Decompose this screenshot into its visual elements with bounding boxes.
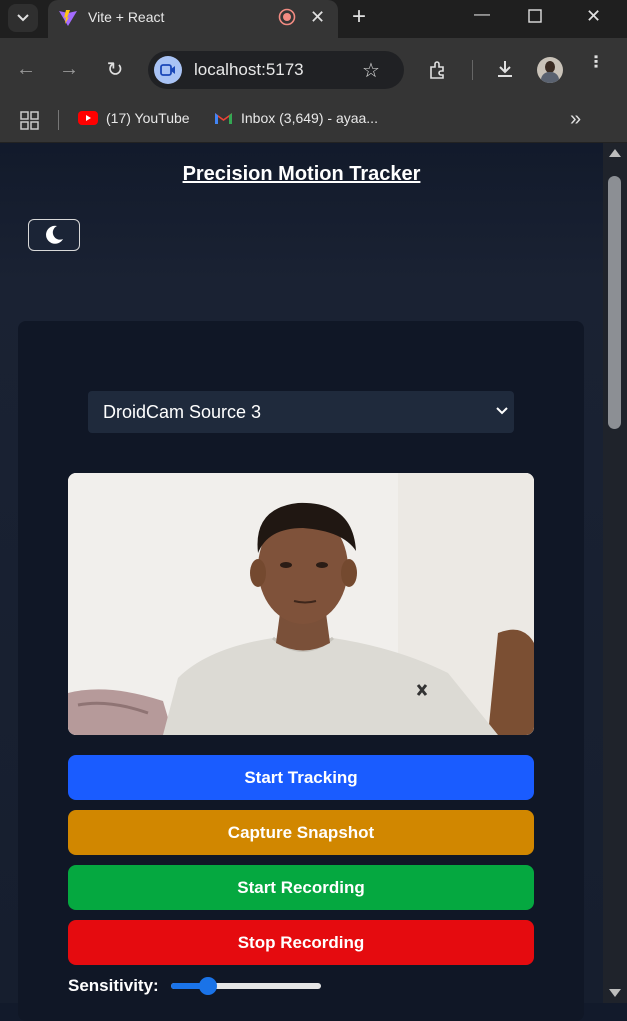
bookmark-gmail[interactable]: Inbox (3,649) - ayaa... [214,110,378,126]
page-title: Precision Motion Tracker [182,163,421,185]
tracker-panel: DroidCam Source 3 Start Tracking Capture… [18,321,584,1021]
bookmarks-bar: (17) YouTube Inbox (3,649) - ayaa... » [0,100,627,143]
chevron-down-icon [17,14,29,22]
camera-in-use-icon[interactable] [154,56,182,84]
browser-tab[interactable]: Vite + React ✕ [48,0,338,38]
gmail-icon [215,113,232,124]
bookmark-youtube[interactable]: (17) YouTube [78,110,190,126]
tab-strip: Vite + React ✕ + — ✕ [0,0,627,38]
new-tab-icon[interactable]: + [352,4,366,30]
sensitivity-slider[interactable] [170,977,321,995]
start-tracking-button[interactable]: Start Tracking [68,755,534,800]
reload-icon[interactable]: ↻ [104,58,126,81]
page-viewport: Precision Motion Tracker DroidCam Source… [0,143,603,1021]
recording-icon [278,8,296,26]
minimize-icon[interactable]: — [474,6,490,24]
tab-title: Vite + React [88,9,165,25]
profile-avatar[interactable] [537,57,563,83]
moon-icon [46,225,63,244]
sensitivity-label: Sensitivity: [68,976,159,995]
address-bar[interactable]: localhost:5173 ☆ [148,51,404,89]
bookmark-label: (17) YouTube [106,110,190,126]
camera-select-value: DroidCam Source 3 [103,402,262,422]
capture-snapshot-button[interactable]: Capture Snapshot [68,810,534,855]
camera-select[interactable]: DroidCam Source 3 [88,391,514,433]
apps-grid-icon[interactable] [20,111,39,130]
youtube-icon [78,111,98,125]
bookmarks-divider [58,110,59,130]
more-bookmarks-icon[interactable]: » [570,108,581,131]
toolbar-divider [472,60,473,80]
bookmark-star-icon[interactable]: ☆ [362,58,380,83]
back-icon[interactable]: ← [15,58,37,80]
close-window-icon[interactable]: ✕ [586,6,601,27]
close-tab-icon[interactable]: ✕ [310,7,325,27]
scroll-down-arrow-icon[interactable] [609,989,621,997]
menu-kebab-icon[interactable]: ··· [584,54,606,68]
download-icon[interactable] [495,59,515,79]
sensitivity-control: Sensitivity: [68,976,321,996]
start-recording-button[interactable]: Start Recording [68,865,534,910]
url-text: localhost:5173 [194,60,304,79]
chevron-down-icon [496,407,508,415]
webcam-video [68,473,534,735]
stop-recording-button[interactable]: Stop Recording [68,920,534,965]
theme-toggle-button[interactable] [28,219,80,251]
browser-toolbar: ← → ↻ localhost:5173 ☆ ··· [0,38,627,100]
tab-search-button[interactable] [8,4,38,32]
bookmark-label: Inbox (3,649) - ayaa... [241,110,378,126]
forward-icon[interactable]: → [58,58,80,80]
page-scrollbar[interactable] [603,143,627,1003]
vite-icon [59,10,77,26]
scrollbar-thumb[interactable] [608,176,621,429]
webcam-frame [68,473,534,735]
slider-thumb[interactable] [199,977,218,995]
maximize-icon[interactable] [528,9,542,28]
scroll-up-arrow-icon[interactable] [609,149,621,157]
extensions-icon[interactable] [428,60,448,80]
